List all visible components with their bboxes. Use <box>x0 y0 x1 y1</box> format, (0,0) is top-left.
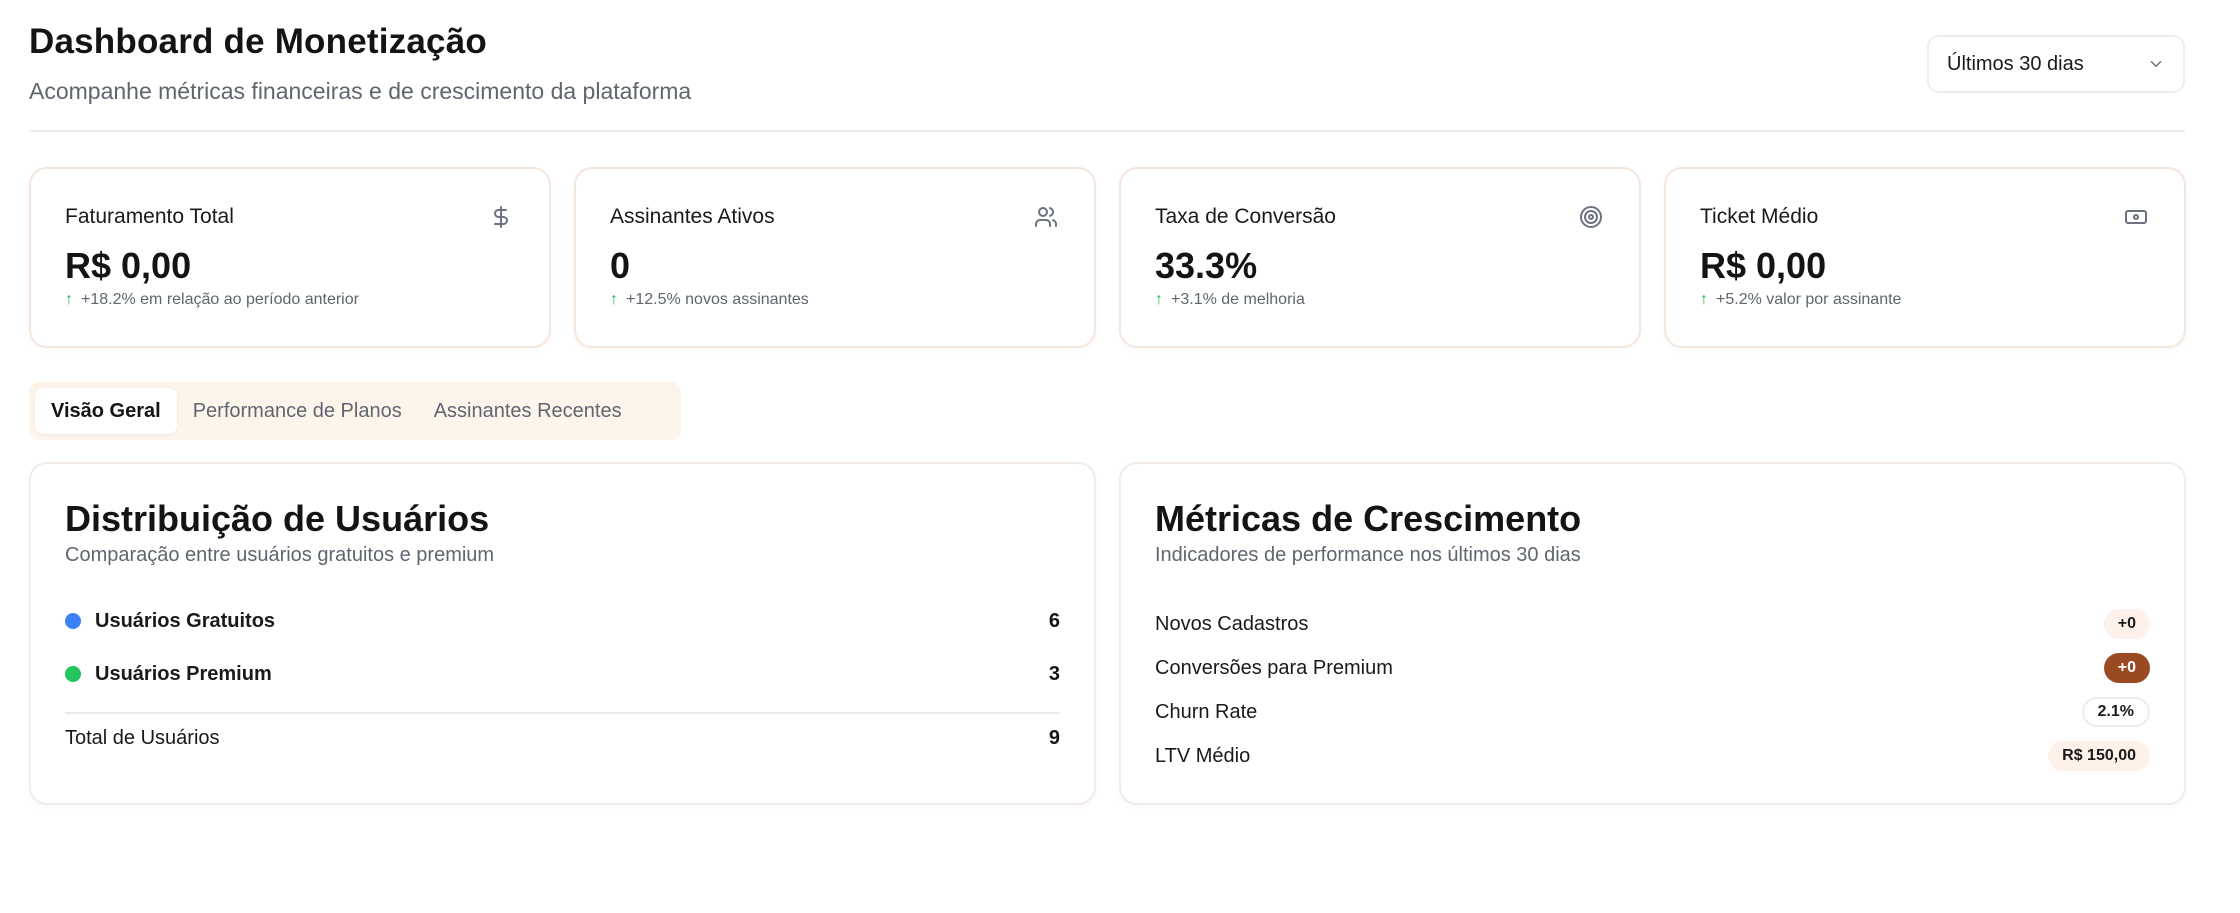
dashboard-page: Dashboard de Monetização Acompanhe métri… <box>0 0 2240 913</box>
kpi-note: ↑ +18.2% em relação ao período anterior <box>65 291 359 309</box>
metric-badge: +0 <box>2103 653 2150 683</box>
kpi-note: ↑ +12.5% novos assinantes <box>610 291 809 309</box>
trend-up-icon: ↑ <box>1155 291 1163 308</box>
metric-label: Conversões para Premium <box>1155 656 1393 679</box>
kpi-label: Ticket Médio <box>1700 205 1819 228</box>
kpi-card-ticket: Ticket Médio R$ 0,00 ↑ +5.2% valor por a… <box>1664 167 2186 348</box>
panel-subtitle: Indicadores de performance nos últimos 3… <box>1155 544 1581 566</box>
list-item: Novos Cadastros +0 <box>1155 607 2150 641</box>
tab-visao-geral[interactable]: Visão Geral <box>35 388 177 434</box>
kpi-value: R$ 0,00 <box>1700 245 1827 286</box>
users-icon <box>1035 207 1057 227</box>
metric-badge: R$ 150,00 <box>2048 741 2150 771</box>
target-icon <box>1580 206 1602 228</box>
list-item: Usuários Gratuitos 6 <box>65 606 1060 636</box>
panel-title: Métricas de Crescimento <box>1155 498 1582 539</box>
date-range-value: Últimos 30 dias <box>1947 52 2084 75</box>
divider <box>65 712 1060 714</box>
distribution-label: Usuários Gratuitos <box>95 609 276 632</box>
kpi-value: 0 <box>610 245 631 286</box>
green-dot-icon <box>65 666 81 682</box>
distribution-value: 3 <box>1048 662 1060 685</box>
kpi-card-revenue: Faturamento Total R$ 0,00 ↑ +18.2% em re… <box>29 167 551 348</box>
total-row: Total de Usuários 9 <box>65 723 1060 753</box>
list-item: Usuários Premium 3 <box>65 659 1060 689</box>
distribution-value: 6 <box>1048 609 1060 632</box>
kpi-note-text: +12.5% novos assinantes <box>626 291 809 308</box>
panel-subtitle: Comparação entre usuários gratuitos e pr… <box>65 544 495 566</box>
page-subtitle: Acompanhe métricas financeiras e de cres… <box>29 78 692 104</box>
kpi-value: 33.3% <box>1155 245 1258 286</box>
distribution-label: Usuários Premium <box>95 662 272 685</box>
page-header: Dashboard de Monetização Acompanhe métri… <box>29 22 2185 132</box>
page-title: Dashboard de Monetização <box>29 22 487 61</box>
kpi-note-text: +3.1% de melhoria <box>1171 291 1305 308</box>
kpi-card-conversion: Taxa de Conversão 33.3% ↑ +3.1% de melho… <box>1119 167 1641 348</box>
date-range-select[interactable]: Últimos 30 dias <box>1927 35 2185 93</box>
trend-up-icon: ↑ <box>1700 291 1708 308</box>
tab-bar: Visão Geral Performance de Planos Assina… <box>29 382 681 440</box>
kpi-note: ↑ +3.1% de melhoria <box>1155 291 1305 309</box>
kpi-note-text: +18.2% em relação ao período anterior <box>81 291 359 308</box>
tab-performance-planos[interactable]: Performance de Planos <box>177 388 418 434</box>
list-item: LTV Médio R$ 150,00 <box>1155 739 2150 773</box>
metric-label: Churn Rate <box>1155 700 1258 723</box>
dollar-icon <box>494 206 508 228</box>
kpi-label: Taxa de Conversão <box>1155 205 1336 228</box>
banknote-icon <box>2125 210 2147 224</box>
kpi-card-subscribers: Assinantes Ativos 0 ↑ +12.5% novos assin… <box>574 167 1096 348</box>
metric-badge: +0 <box>2103 609 2150 639</box>
list-item: Churn Rate 2.1% <box>1155 695 2150 729</box>
list-item: Conversões para Premium +0 <box>1155 651 2150 685</box>
metric-label: Novos Cadastros <box>1155 612 1309 635</box>
chevron-down-icon <box>2150 61 2162 67</box>
kpi-value: R$ 0,00 <box>65 245 192 286</box>
metric-label: LTV Médio <box>1155 744 1251 767</box>
kpi-note-text: +5.2% valor por assinante <box>1716 291 1902 308</box>
trend-up-icon: ↑ <box>610 291 618 308</box>
metric-badge: 2.1% <box>2081 697 2150 727</box>
total-label: Total de Usuários <box>65 726 220 749</box>
kpi-label: Faturamento Total <box>65 205 234 228</box>
kpi-note: ↑ +5.2% valor por assinante <box>1700 291 1901 309</box>
tab-assinantes-recentes[interactable]: Assinantes Recentes <box>418 388 638 434</box>
total-value: 9 <box>1048 726 1060 749</box>
user-distribution-panel: Distribuição de Usuários Comparação entr… <box>29 462 1096 805</box>
blue-dot-icon <box>65 613 81 629</box>
panel-title: Distribuição de Usuários <box>65 498 490 539</box>
growth-metrics-panel: Métricas de Crescimento Indicadores de p… <box>1119 462 2186 805</box>
kpi-label: Assinantes Ativos <box>610 205 775 228</box>
trend-up-icon: ↑ <box>65 291 73 308</box>
